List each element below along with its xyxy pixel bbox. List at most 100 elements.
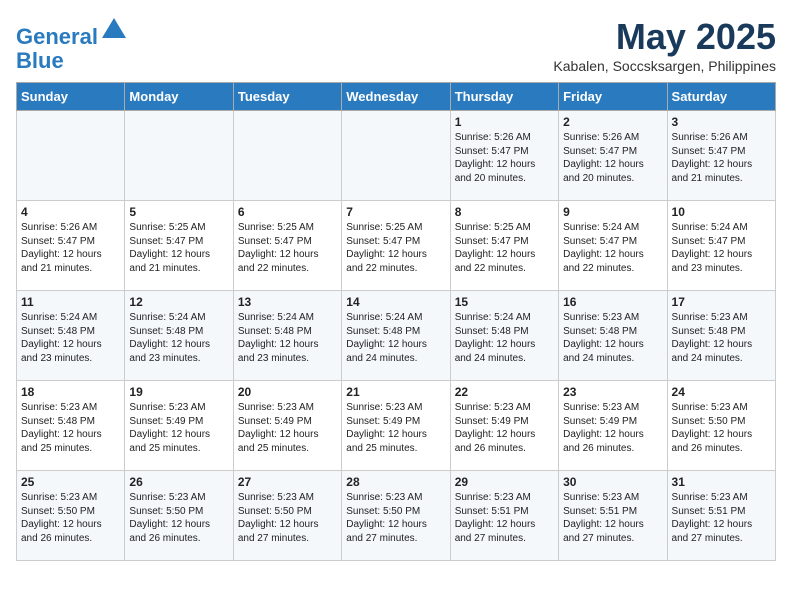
cell-content: Sunrise: 5:25 AM Sunset: 5:47 PM Dayligh…: [129, 221, 228, 275]
logo-icon: [100, 16, 128, 44]
day-number: 27: [238, 475, 337, 489]
calendar-cell: [233, 111, 341, 201]
cell-content: Sunrise: 5:23 AM Sunset: 5:48 PM Dayligh…: [672, 311, 771, 365]
day-number: 11: [21, 295, 120, 309]
cell-content: Sunrise: 5:25 AM Sunset: 5:47 PM Dayligh…: [455, 221, 554, 275]
calendar-cell: 16 Sunrise: 5:23 AM Sunset: 5:48 PM Dayli…: [559, 291, 667, 381]
cell-content: Sunrise: 5:25 AM Sunset: 5:47 PM Dayligh…: [238, 221, 337, 275]
calendar-cell: 25Sunrise: 5:23 AM Sunset: 5:50 PM Dayli…: [17, 471, 125, 561]
day-number: 8: [455, 205, 554, 219]
weekday-header-tuesday: Tuesday: [233, 83, 341, 111]
cell-content: Sunrise: 5:23 AM Sunset: 5:49 PM Dayligh…: [563, 401, 662, 455]
week-row-2: 4Sunrise: 5:26 AM Sunset: 5:47 PM Daylig…: [17, 201, 776, 291]
calendar-cell: 9 Sunrise: 5:24 AM Sunset: 5:47 PM Daylig…: [559, 201, 667, 291]
day-number: 16: [563, 295, 662, 309]
cell-content: Sunrise: 5:24 AM Sunset: 5:48 PM Dayligh…: [129, 311, 228, 365]
calendar-cell: 7 Sunrise: 5:25 AM Sunset: 5:47 PM Daylig…: [342, 201, 450, 291]
weekday-header-wednesday: Wednesday: [342, 83, 450, 111]
day-number: 31: [672, 475, 771, 489]
calendar-cell: 31 Sunrise: 5:23 AM Sunset: 5:51 PM Dayli…: [667, 471, 775, 561]
cell-content: Sunrise: 5:23 AM Sunset: 5:48 PM Dayligh…: [21, 401, 120, 455]
day-number: 6: [238, 205, 337, 219]
cell-content: Sunrise: 5:23 AM Sunset: 5:51 PM Dayligh…: [672, 491, 771, 545]
weekday-header-saturday: Saturday: [667, 83, 775, 111]
day-number: 21: [346, 385, 445, 399]
calendar-cell: 12 Sunrise: 5:24 AM Sunset: 5:48 PM Dayli…: [125, 291, 233, 381]
week-row-4: 18Sunrise: 5:23 AM Sunset: 5:48 PM Dayli…: [17, 381, 776, 471]
day-number: 12: [129, 295, 228, 309]
cell-content: Sunrise: 5:26 AM Sunset: 5:47 PM Dayligh…: [563, 131, 662, 185]
logo-general: General: [16, 24, 98, 49]
cell-content: Sunrise: 5:24 AM Sunset: 5:48 PM Dayligh…: [346, 311, 445, 365]
title-area: May 2025 Kabalen, Soccsksargen, Philippi…: [553, 16, 776, 74]
calendar-cell: 11 Sunrise: 5:24 AM Sunset: 5:48 PM Dayli…: [17, 291, 125, 381]
calendar-cell: 2 Sunrise: 5:26 AM Sunset: 5:47 PM Daylig…: [559, 111, 667, 201]
calendar-cell: 22 Sunrise: 5:23 AM Sunset: 5:49 PM Dayli…: [450, 381, 558, 471]
day-number: 22: [455, 385, 554, 399]
main-title: May 2025: [553, 16, 776, 58]
calendar-cell: 5 Sunrise: 5:25 AM Sunset: 5:47 PM Daylig…: [125, 201, 233, 291]
day-number: 5: [129, 205, 228, 219]
cell-content: Sunrise: 5:25 AM Sunset: 5:47 PM Dayligh…: [346, 221, 445, 275]
week-row-3: 11 Sunrise: 5:24 AM Sunset: 5:48 PM Dayli…: [17, 291, 776, 381]
calendar-cell: 17 Sunrise: 5:23 AM Sunset: 5:48 PM Dayli…: [667, 291, 775, 381]
calendar-cell: 15 Sunrise: 5:24 AM Sunset: 5:48 PM Dayli…: [450, 291, 558, 381]
logo-text: General Blue: [16, 16, 128, 73]
day-number: 26: [129, 475, 228, 489]
weekday-header-thursday: Thursday: [450, 83, 558, 111]
calendar-table: SundayMondayTuesdayWednesdayThursdayFrid…: [16, 82, 776, 561]
cell-content: Sunrise: 5:26 AM Sunset: 5:47 PM Dayligh…: [21, 221, 120, 275]
day-number: 3: [672, 115, 771, 129]
day-number: 25: [21, 475, 120, 489]
calendar-cell: 30Sunrise: 5:23 AM Sunset: 5:51 PM Dayli…: [559, 471, 667, 561]
weekday-header-friday: Friday: [559, 83, 667, 111]
week-row-1: 1 Sunrise: 5:26 AM Sunset: 5:47 PM Daylig…: [17, 111, 776, 201]
calendar-cell: [125, 111, 233, 201]
cell-content: Sunrise: 5:24 AM Sunset: 5:48 PM Dayligh…: [21, 311, 120, 365]
calendar-cell: 13 Sunrise: 5:24 AM Sunset: 5:48 PM Dayli…: [233, 291, 341, 381]
day-number: 1: [455, 115, 554, 129]
logo-blue: Blue: [16, 48, 64, 73]
day-number: 15: [455, 295, 554, 309]
cell-content: Sunrise: 5:24 AM Sunset: 5:47 PM Dayligh…: [563, 221, 662, 275]
weekday-header-row: SundayMondayTuesdayWednesdayThursdayFrid…: [17, 83, 776, 111]
calendar-cell: 6 Sunrise: 5:25 AM Sunset: 5:47 PM Daylig…: [233, 201, 341, 291]
calendar-cell: 14 Sunrise: 5:24 AM Sunset: 5:48 PM Dayli…: [342, 291, 450, 381]
calendar-cell: 29Sunrise: 5:23 AM Sunset: 5:51 PM Dayli…: [450, 471, 558, 561]
day-number: 14: [346, 295, 445, 309]
calendar-cell: 3Sunrise: 5:26 AM Sunset: 5:47 PM Daylig…: [667, 111, 775, 201]
day-number: 2: [563, 115, 662, 129]
weekday-header-monday: Monday: [125, 83, 233, 111]
day-number: 30: [563, 475, 662, 489]
calendar-cell: 26 Sunrise: 5:23 AM Sunset: 5:50 PM Dayli…: [125, 471, 233, 561]
week-row-5: 25 Sunrise: 5:23 AM Sunset: 5:50 PM Dayli…: [17, 471, 776, 561]
logo: General Blue: [16, 16, 128, 73]
cell-content: Sunrise: 5:23 AM Sunset: 5:50 PM Dayligh…: [238, 491, 337, 545]
weekday-header-sunday: Sunday: [17, 83, 125, 111]
cell-content: Sunrise: 5:23 AM Sunset: 5:50 PM Dayligh…: [129, 491, 228, 545]
cell-content: Sunrise: 5:24 AM Sunset: 5:48 PM Dayligh…: [238, 311, 337, 365]
day-number: 10: [672, 205, 771, 219]
calendar-cell: [17, 111, 125, 201]
subtitle: Kabalen, Soccsksargen, Philippines: [553, 58, 776, 74]
cell-content: Sunrise: 5:24 AM Sunset: 5:47 PM Dayligh…: [672, 221, 771, 275]
cell-content: Sunrise: 5:23 AM Sunset: 5:51 PM Dayligh…: [455, 491, 554, 545]
day-number: 7: [346, 205, 445, 219]
cell-content: Sunrise: 5:24 AM Sunset: 5:48 PM Dayligh…: [455, 311, 554, 365]
cell-content: Sunrise: 5:23 AM Sunset: 5:49 PM Dayligh…: [455, 401, 554, 455]
calendar-cell: [342, 111, 450, 201]
day-number: 24: [672, 385, 771, 399]
day-number: 13: [238, 295, 337, 309]
calendar-cell: 4Sunrise: 5:26 AM Sunset: 5:47 PM Daylig…: [17, 201, 125, 291]
cell-content: Sunrise: 5:23 AM Sunset: 5:49 PM Dayligh…: [129, 401, 228, 455]
calendar-cell: 27 Sunrise: 5:23 AM Sunset: 5:50 PM Dayli…: [233, 471, 341, 561]
cell-content: Sunrise: 5:23 AM Sunset: 5:50 PM Dayligh…: [346, 491, 445, 545]
calendar-cell: 28Sunrise: 5:23 AM Sunset: 5:50 PM Dayli…: [342, 471, 450, 561]
day-number: 9: [563, 205, 662, 219]
cell-content: Sunrise: 5:23 AM Sunset: 5:48 PM Dayligh…: [563, 311, 662, 365]
calendar-cell: 10 Sunrise: 5:24 AM Sunset: 5:47 PM Dayli…: [667, 201, 775, 291]
day-number: 17: [672, 295, 771, 309]
day-number: 20: [238, 385, 337, 399]
page-header: General Blue May 2025 Kabalen, Soccsksar…: [16, 16, 776, 74]
calendar-cell: 23Sunrise: 5:23 AM Sunset: 5:49 PM Dayli…: [559, 381, 667, 471]
